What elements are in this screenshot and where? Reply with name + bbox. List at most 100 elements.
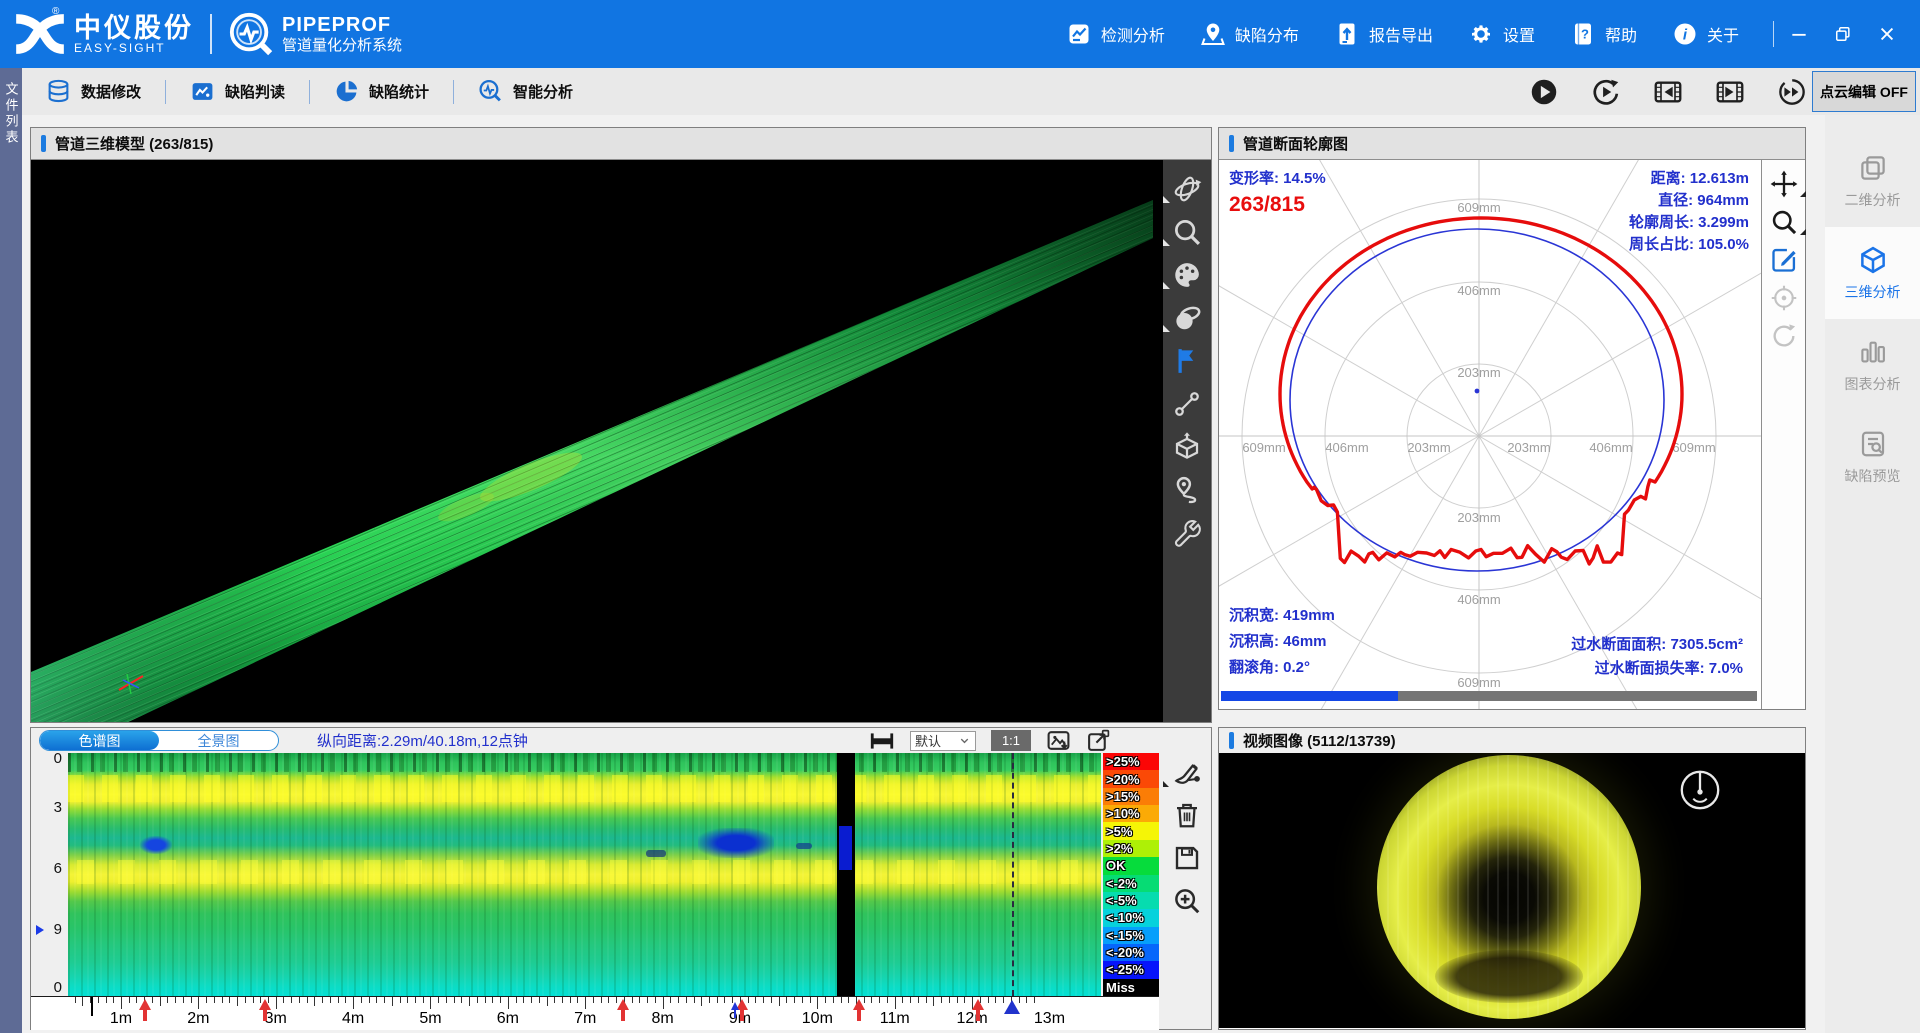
- measure-icon[interactable]: [1172, 389, 1202, 419]
- video-title: 视频图像 (5112/13739): [1243, 730, 1396, 751]
- restore-button[interactable]: [1828, 19, 1858, 49]
- ruler-tick: [608, 997, 609, 1003]
- ruler-tick: [291, 997, 292, 1003]
- rotate-cw-icon[interactable]: [1770, 322, 1798, 350]
- toolbar-button-smart-analysis[interactable]: 智能分析: [454, 68, 597, 115]
- image-export-icon[interactable]: [1046, 728, 1071, 753]
- film-next-button[interactable]: [1716, 78, 1744, 106]
- defect-marker[interactable]: [259, 999, 271, 1021]
- defect-marker[interactable]: [617, 999, 629, 1021]
- ruler-label: 5m: [419, 1010, 441, 1028]
- ruler-tick: [988, 997, 989, 1003]
- play-once-icon: [1592, 78, 1620, 106]
- ruler-tick: [345, 997, 346, 1003]
- ruler-tick: [369, 997, 370, 1003]
- defect-marker[interactable]: [972, 999, 984, 1021]
- ruler-icon[interactable]: [869, 728, 895, 754]
- file-list-strip[interactable]: 文件列表: [0, 68, 22, 1033]
- ruler-tick: [647, 997, 648, 1003]
- zoom-ratio-button[interactable]: 1:1: [991, 730, 1031, 751]
- pen-tool-icon[interactable]: [1172, 757, 1202, 787]
- secondary-marker[interactable]: [731, 1002, 739, 1018]
- menu-item-label: 报告导出: [1369, 22, 1433, 46]
- distance-ruler[interactable]: 1m2m3m4m5m6m7m8m9m10m11m12m13m: [31, 996, 1159, 1030]
- minimize-button[interactable]: [1784, 19, 1814, 49]
- menu-item-help[interactable]: ?帮助: [1571, 22, 1637, 46]
- menu-item-settings[interactable]: 设置: [1469, 22, 1535, 46]
- ruler-label: 13m: [1034, 1010, 1065, 1028]
- menu-item-detect[interactable]: 检测分析: [1067, 22, 1165, 46]
- menu-item-about[interactable]: i关于: [1673, 22, 1739, 46]
- pin-route-icon[interactable]: [1172, 475, 1202, 505]
- ruler-tick: [701, 997, 702, 1006]
- pipe-3d-viewport[interactable]: [31, 160, 1211, 722]
- cross-section-panel: 管道断面轮廓图 203mm203mm203mm203mm406mm406mm40…: [1218, 127, 1806, 710]
- pipe-heatmap[interactable]: [68, 753, 1101, 996]
- tab-panorama[interactable]: 全景图: [159, 731, 278, 750]
- zoom-in-icon[interactable]: [1172, 886, 1202, 916]
- sidebar-item-3d-analysis[interactable]: 三维分析: [1825, 227, 1920, 319]
- edit-icon[interactable]: [1770, 246, 1798, 274]
- fast-forward-button[interactable]: [1778, 78, 1806, 106]
- menu-item-report[interactable]: 报告导出: [1335, 22, 1433, 46]
- clock-position-marker: [36, 925, 49, 935]
- pipeprof-logo-icon: [228, 11, 274, 57]
- sidebar-item-chart-analysis[interactable]: 图表分析: [1825, 319, 1920, 411]
- toolbar-button-defect-stats[interactable]: 缺陷统计: [310, 68, 453, 115]
- colorscale-row: <-25%: [1103, 961, 1159, 978]
- ruler-tick: [926, 997, 927, 1003]
- play-button[interactable]: [1530, 78, 1558, 106]
- magnifier-icon[interactable]: [1770, 208, 1798, 236]
- current-position-cursor[interactable]: [1004, 1000, 1020, 1014]
- fast-forward-icon: [1778, 78, 1806, 106]
- magnifier-icon[interactable]: [1172, 217, 1202, 247]
- sidebar-item-defect-preview[interactable]: 缺陷预览: [1825, 411, 1920, 503]
- analysis-3d-icon: [1858, 245, 1888, 275]
- sediment-height-value: 沉积高: 46mm: [1229, 629, 1335, 655]
- frame-counter: 263/815: [1229, 194, 1305, 216]
- compass-icon: [1677, 767, 1723, 813]
- ruler-label: 2m: [187, 1010, 209, 1028]
- rotate3d-icon[interactable]: [1172, 174, 1202, 204]
- close-button[interactable]: [1872, 19, 1902, 49]
- ruler-tick: [415, 997, 416, 1003]
- menu-item-label: 关于: [1707, 22, 1739, 46]
- view-mode-icon[interactable]: [1172, 303, 1202, 333]
- box-export-icon[interactable]: [1172, 432, 1202, 462]
- tab-spectrum[interactable]: 色谱图: [40, 731, 159, 750]
- flag-icon[interactable]: [1172, 346, 1202, 376]
- defect-marker[interactable]: [853, 999, 865, 1021]
- section-progress-bar[interactable]: [1221, 691, 1757, 701]
- colorscale-row: OK: [1103, 857, 1159, 874]
- pan-icon[interactable]: [1770, 170, 1798, 198]
- colorscale-row: <-15%: [1103, 927, 1159, 944]
- toolbar-button-defect-read[interactable]: 缺陷判读: [166, 68, 309, 115]
- easysight-logo-icon: [12, 8, 68, 60]
- open-window-icon[interactable]: [1086, 728, 1111, 753]
- sediment-width-value: 沉积宽: 419mm: [1229, 603, 1335, 629]
- smart-analysis-icon: [478, 79, 503, 104]
- distance-value: 距离: 12.613m: [1629, 168, 1749, 190]
- ruler-tick: [376, 997, 377, 1003]
- ruler-tick: [632, 997, 633, 1003]
- cross-section-title: 管道断面轮廓图: [1243, 133, 1348, 154]
- ruler-tick: [910, 997, 911, 1003]
- sidebar-item-2d-analysis[interactable]: 二维分析: [1825, 135, 1920, 227]
- target-icon[interactable]: [1770, 284, 1798, 312]
- defect-marker[interactable]: [139, 999, 151, 1021]
- svg-text:203mm: 203mm: [1457, 365, 1500, 380]
- trash-icon[interactable]: [1172, 800, 1202, 830]
- pointcloud-edit-toggle[interactable]: 点云编辑 OFF: [1812, 71, 1916, 112]
- ruler-tick: [392, 997, 393, 1006]
- ruler-tick: [531, 997, 532, 1003]
- wrench-icon[interactable]: [1172, 518, 1202, 548]
- toolbar-button-data-edit[interactable]: 数据修改: [22, 68, 165, 115]
- save-icon[interactable]: [1172, 843, 1202, 873]
- play-once-button[interactable]: [1592, 78, 1620, 106]
- palette-icon[interactable]: [1172, 260, 1202, 290]
- film-prev-button[interactable]: [1654, 78, 1682, 106]
- colormap-select[interactable]: 默认: [910, 731, 976, 751]
- app-subtitle: 管道量化分析系统: [282, 37, 402, 54]
- menu-item-distribution[interactable]: 缺陷分布: [1201, 22, 1299, 46]
- menu-item-label: 设置: [1503, 22, 1535, 46]
